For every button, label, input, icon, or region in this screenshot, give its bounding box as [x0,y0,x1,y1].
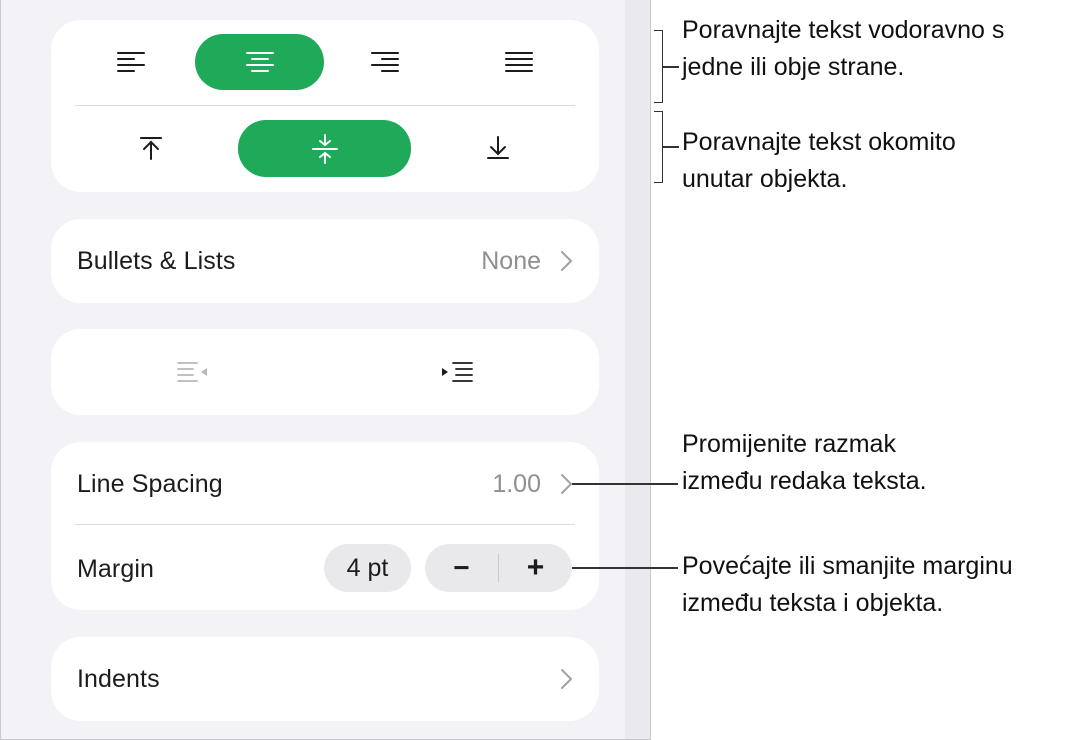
indent-buttons-card [51,329,599,415]
minus-icon: − [453,552,470,583]
margin-decrement-button[interactable]: − [425,544,498,592]
indent-icon [442,362,473,382]
callout-line: Poravnajte tekst vodoravno s [682,16,1005,44]
text-align-right-icon [371,52,399,72]
text-justify-icon [505,52,533,72]
align-bottom-button[interactable] [458,120,538,176]
margin-value-field[interactable]: 4 pt [324,544,411,592]
line-spacing-value: 1.00 [492,470,541,498]
callout-line: jedne ili obje strane. [682,53,905,81]
bullets-lists-value: None [481,247,541,275]
horizontal-callout-tick [663,66,679,68]
increase-indent-button[interactable] [417,344,497,400]
callout-line: unutar objekta. [682,165,848,193]
panel-scroll-edge [625,0,650,739]
text-align-left-icon [117,52,145,72]
chevron-right-icon [561,669,572,689]
outdent-icon [177,362,207,382]
callout-line: Poravnajte tekst okomito [682,128,956,156]
bullets-lists-row[interactable]: Bullets & Lists None [51,219,599,303]
callout-line: između redaka teksta. [682,467,927,495]
justify-button[interactable] [479,34,559,90]
text-alignment-card [51,20,599,192]
spacing-callout-leader [572,483,678,485]
margin-value: 4 pt [346,553,389,582]
align-middle-button[interactable] [238,120,411,177]
horizontal-callout-bracket [654,30,663,103]
align-top-arrow-icon [140,137,162,160]
line-spacing-callout: Promijenite razmak između redaka teksta. [682,426,927,500]
align-middle-arrows-icon [311,133,338,164]
spacing-divider [75,524,575,525]
chevron-right-icon [561,474,572,494]
align-top-button[interactable] [111,120,191,176]
align-right-button[interactable] [345,34,425,90]
vertical-callout-tick [663,146,679,148]
alignment-divider [75,105,575,106]
decrease-indent-button[interactable] [153,344,233,400]
align-left-button[interactable] [91,34,171,90]
bullets-lists-label: Bullets & Lists [77,247,236,275]
line-spacing-label: Line Spacing [77,470,223,498]
align-center-button[interactable] [195,34,324,90]
callout-line: Povećajte ili smanjite marginu [682,552,1013,580]
vertical-callout-bracket [654,111,663,183]
margin-label: Margin [77,555,155,583]
format-text-panel: Bullets & Lists None Line Spacing 1.00 M… [0,0,651,740]
chevron-right-icon [561,251,572,271]
align-bottom-arrow-icon [487,136,509,159]
margin-callout: Povećajte ili smanjite marginu između te… [682,548,1013,622]
indents-row[interactable]: Indents [51,637,599,721]
margin-callout-leader [572,567,678,569]
margin-stepper: − + [425,544,572,592]
indents-label: Indents [77,665,160,693]
margin-increment-button[interactable]: + [499,544,572,592]
callout-line: Promijenite razmak [682,430,896,458]
line-spacing-row[interactable]: Line Spacing 1.00 [51,442,599,524]
horizontal-align-callout: Poravnajte tekst vodoravno s jedne ili o… [682,12,1004,86]
callout-line: između teksta i objekta. [682,589,944,617]
text-align-center-icon [245,52,274,72]
spacing-margin-card: Line Spacing 1.00 Margin 4 pt − + [51,442,599,610]
plus-icon: + [526,551,545,584]
vertical-align-callout: Poravnajte tekst okomito unutar objekta. [682,124,956,198]
